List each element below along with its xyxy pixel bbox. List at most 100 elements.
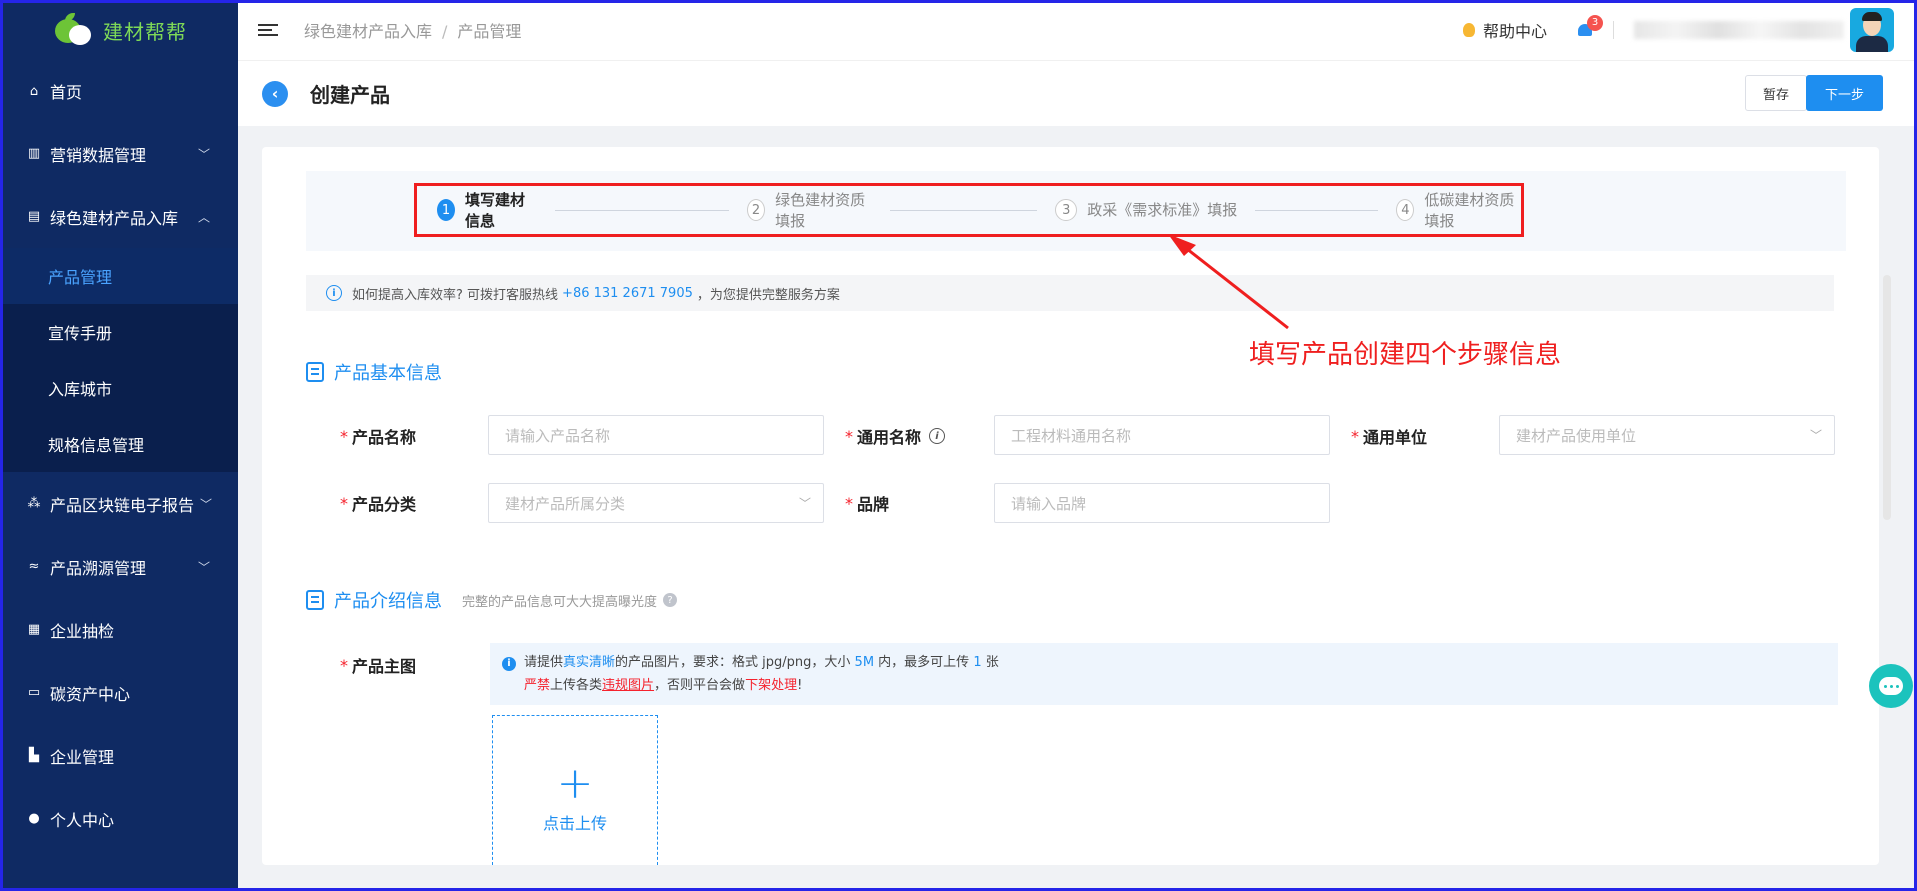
chart-icon: ▥ [27, 146, 41, 161]
next-step-button[interactable]: 下一步 [1806, 75, 1883, 111]
common-name-label: * 通用名称 i [845, 424, 946, 448]
upload-label: 点击上传 [542, 814, 607, 833]
sidebar-item-label: 产品溯源管理 [50, 558, 147, 578]
sidebar-item-label: 产品区块链电子报告 [50, 495, 195, 515]
chevron-left-icon: ‹ [271, 84, 279, 103]
help-center-label: 帮助中心 [1482, 22, 1547, 41]
chevron-down-icon: ﹀ [798, 496, 811, 511]
step-label: 低碳建材资质填报 [1424, 191, 1515, 230]
logo-text: 建材帮帮 [103, 19, 187, 44]
help-center-link[interactable]: 帮助中心 [1462, 18, 1547, 42]
section-hint: 完整的产品信息可大大提高曝光度? [462, 591, 678, 610]
category-select[interactable]: 建材产品所属分类 ﹀ [488, 483, 824, 523]
chevron-up-icon: ︿ [197, 210, 210, 224]
section-title: 产品基本信息 [334, 363, 442, 384]
brand-input[interactable]: 请输入品牌 [994, 483, 1330, 523]
box-icon: ▤ [27, 209, 41, 224]
submenu: 产品管理 宣传手册 入库城市 规格信息管理 [0, 248, 238, 472]
notification-badge: 3 [1587, 15, 1603, 31]
chevron-down-icon: ﹀ [199, 497, 212, 511]
sidebar-item-carbon[interactable]: ▭ 碳资产中心 [0, 661, 238, 724]
step-1[interactable]: 1 填写建材信息 [437, 189, 537, 231]
back-button[interactable]: ‹ [262, 80, 288, 107]
sidebar-sub-cities[interactable]: 入库城市 [0, 360, 238, 416]
chevron-down-icon: ﹀ [197, 147, 210, 161]
info-icon: i [326, 285, 342, 301]
sidebar-item-home[interactable]: ⌂ 首页 [0, 60, 238, 122]
step-4[interactable]: 4 低碳建材资质填报 [1396, 189, 1521, 231]
form-card: 1 填写建材信息 2 绿色建材资质填报 3 政采《需求标准》填报 4 低碳建材资质填报 … [262, 147, 1879, 865]
notice-text: 如何提高入库效率? 可拨打客服热线 [352, 287, 559, 303]
sidebar-item-enterprise[interactable]: ▙ 企业管理 [0, 724, 238, 787]
step-2[interactable]: 2 绿色建材资质填报 [746, 189, 872, 231]
save-draft-button[interactable]: 暂存 [1745, 75, 1807, 111]
top-header: 绿色建材产品入库 / 产品管理 帮助中心 3 [238, 0, 1914, 60]
breadcrumb: 绿色建材产品入库 / 产品管理 [304, 18, 521, 42]
hotline-notice: i 如何提高入库效率? 可拨打客服热线 +86 131 2671 7905 ，为… [306, 275, 1834, 311]
sidebar-item-inspection[interactable]: ▦ 企业抽检 [0, 598, 238, 661]
building-icon: ▙ [29, 748, 39, 763]
sidebar-item-label: 营销数据管理 [50, 145, 147, 165]
co2-icon: ▭ [27, 685, 41, 700]
sidebar-item-label: 个人中心 [50, 810, 115, 830]
sidebar-item-marketing[interactable]: ▥ 营销数据管理 ﹀ [0, 122, 238, 185]
question-icon[interactable]: ? [663, 593, 678, 607]
step-connector [1255, 209, 1379, 211]
home-icon: ⌂ [29, 83, 39, 99]
chevron-down-icon: ﹀ [197, 560, 210, 574]
violation-images-link[interactable]: 违规图片 [602, 678, 654, 693]
product-name-label: * 产品名称 [340, 426, 417, 448]
common-name-input[interactable]: 工程材料通用名称 [994, 415, 1330, 455]
step-number: 4 [1396, 199, 1415, 221]
avatar[interactable] [1850, 8, 1894, 52]
product-name-input[interactable]: 请输入产品名称 [488, 415, 824, 455]
sidebar-item-traceability[interactable]: ≈ 产品溯源管理 ﹀ [0, 535, 238, 598]
trace-icon: ≈ [28, 559, 40, 574]
logo[interactable]: 建材帮帮 [0, 0, 238, 60]
chevron-down-icon: ﹀ [1809, 428, 1822, 443]
sidebar-sub-brochure[interactable]: 宣传手册 [0, 304, 238, 360]
step-label: 政采《需求标准》填报 [1087, 201, 1238, 219]
common-unit-select[interactable]: 建材产品使用单位 ﹀ [1499, 415, 1835, 455]
sidebar-sub-spec-info[interactable]: 规格信息管理 [0, 416, 238, 472]
image-upload-area[interactable]: + 点击上传 [492, 715, 658, 865]
common-unit-label: * 通用单位 [1351, 426, 1428, 448]
sidebar-item-label: 首页 [50, 83, 83, 102]
sidebar-item-label: 碳资产中心 [50, 684, 131, 704]
notice-text: ，为您提供完整服务方案 [696, 287, 840, 303]
divider [1613, 21, 1614, 39]
step-3[interactable]: 3 政采《需求标准》填报 [1055, 199, 1237, 221]
blockchain-icon: ⁂ [27, 496, 41, 511]
steps-highlight-box: 1 填写建材信息 2 绿色建材资质填报 3 政采《需求标准》填报 4 低碳建材资质填报 [414, 183, 1524, 237]
logo-mark-icon [51, 13, 95, 47]
blurred-user-name [1634, 21, 1844, 39]
section-icon [306, 362, 324, 382]
user-icon: ● [28, 811, 40, 826]
plus-icon: + [556, 758, 594, 809]
scrollbar[interactable] [1883, 275, 1891, 520]
breadcrumb-separator: / [442, 22, 448, 41]
sidebar-item-green-products[interactable]: ▤ 绿色建材产品入库 ︿ [0, 185, 238, 248]
bell-icon[interactable]: 3 [1577, 15, 1603, 39]
info-icon[interactable]: i [929, 428, 946, 444]
sidebar-item-profile[interactable]: ● 个人中心 [0, 787, 238, 850]
step-number: 3 [1055, 199, 1078, 221]
hotline-phone[interactable]: +86 131 2671 7905 [562, 286, 693, 301]
brand-label: * 品牌 [845, 493, 890, 515]
sidebar-item-label: 企业管理 [50, 747, 115, 767]
sidebar-item-blockchain[interactable]: ⁂ 产品区块链电子报告 ﹀ [0, 472, 238, 535]
info-icon: i [502, 656, 516, 671]
sidebar-sub-product-management[interactable]: 产品管理 [0, 248, 238, 304]
main-image-label: * 产品主图 [340, 655, 417, 677]
chat-support-button[interactable] [1869, 664, 1913, 708]
sidebar: 建材帮帮 ⌂ 首页 ▥ 营销数据管理 ﹀ ▤ 绿色建材产品入库 ︿ 产品管理 宣传手册… [0, 0, 238, 891]
breadcrumb-item[interactable]: 绿色建材产品入库 [304, 22, 432, 41]
step-label: 填写建材信息 [465, 191, 526, 230]
chat-icon [1879, 677, 1903, 695]
step-connector [889, 209, 1038, 211]
clipboard-icon: ▦ [27, 622, 41, 637]
menu-fold-icon[interactable] [258, 21, 278, 39]
sidebar-item-label: 企业抽检 [50, 621, 115, 641]
lightbulb-icon [1462, 23, 1475, 37]
upload-requirements-tip: i 请提供真实清晰的产品图片，要求：格式 jpg/png，大小 5M 内，最多可上… [490, 643, 1838, 705]
